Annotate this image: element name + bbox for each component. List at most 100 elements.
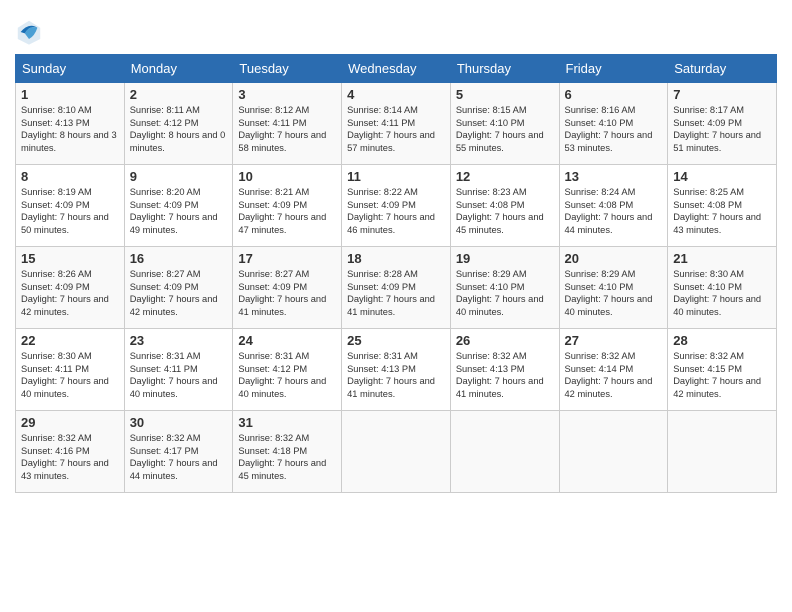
cell-info: Sunrise: 8:17 AMSunset: 4:09 PMDaylight:… bbox=[673, 104, 771, 154]
day-number: 13 bbox=[565, 169, 663, 184]
calendar-cell: 11 Sunrise: 8:22 AMSunset: 4:09 PMDayligh… bbox=[342, 165, 451, 247]
calendar-cell: 18 Sunrise: 8:28 AMSunset: 4:09 PMDayligh… bbox=[342, 247, 451, 329]
day-number: 22 bbox=[21, 333, 119, 348]
cell-info: Sunrise: 8:31 AMSunset: 4:13 PMDaylight:… bbox=[347, 350, 445, 400]
day-number: 20 bbox=[565, 251, 663, 266]
cell-info: Sunrise: 8:32 AMSunset: 4:18 PMDaylight:… bbox=[238, 432, 336, 482]
calendar-cell: 23 Sunrise: 8:31 AMSunset: 4:11 PMDayligh… bbox=[124, 329, 233, 411]
calendar-cell: 3 Sunrise: 8:12 AMSunset: 4:11 PMDaylight… bbox=[233, 83, 342, 165]
calendar-cell: 5 Sunrise: 8:15 AMSunset: 4:10 PMDaylight… bbox=[450, 83, 559, 165]
cell-info: Sunrise: 8:29 AMSunset: 4:10 PMDaylight:… bbox=[565, 268, 663, 318]
cell-info: Sunrise: 8:31 AMSunset: 4:12 PMDaylight:… bbox=[238, 350, 336, 400]
day-number: 6 bbox=[565, 87, 663, 102]
day-number: 11 bbox=[347, 169, 445, 184]
col-header-saturday: Saturday bbox=[668, 55, 777, 83]
col-header-monday: Monday bbox=[124, 55, 233, 83]
calendar-table: SundayMondayTuesdayWednesdayThursdayFrid… bbox=[15, 54, 777, 493]
calendar-cell: 19Sunrise: 8:29 AMSunset: 4:10 PMDayligh… bbox=[450, 247, 559, 329]
day-number: 15 bbox=[21, 251, 119, 266]
cell-info: Sunrise: 8:24 AMSunset: 4:08 PMDaylight:… bbox=[565, 186, 663, 236]
day-number: 9 bbox=[130, 169, 228, 184]
day-number: 3 bbox=[238, 87, 336, 102]
day-number: 23 bbox=[130, 333, 228, 348]
calendar-cell: 4Sunrise: 8:14 AMSunset: 4:11 PMDaylight… bbox=[342, 83, 451, 165]
day-number: 30 bbox=[130, 415, 228, 430]
day-number: 1 bbox=[21, 87, 119, 102]
day-number: 12 bbox=[456, 169, 554, 184]
day-number: 7 bbox=[673, 87, 771, 102]
cell-info: Sunrise: 8:32 AMSunset: 4:15 PMDaylight:… bbox=[673, 350, 771, 400]
day-number: 8 bbox=[21, 169, 119, 184]
day-number: 17 bbox=[238, 251, 336, 266]
calendar-cell: 15 Sunrise: 8:26 AMSunset: 4:09 PMDayligh… bbox=[16, 247, 125, 329]
calendar-cell bbox=[668, 411, 777, 493]
page-header bbox=[15, 10, 777, 46]
calendar-cell: 20 Sunrise: 8:29 AMSunset: 4:10 PMDayligh… bbox=[559, 247, 668, 329]
calendar-cell: 28 Sunrise: 8:32 AMSunset: 4:15 PMDayligh… bbox=[668, 329, 777, 411]
calendar-cell: 7 Sunrise: 8:17 AMSunset: 4:09 PMDaylight… bbox=[668, 83, 777, 165]
calendar-cell: 22Sunrise: 8:30 AMSunset: 4:11 PMDayligh… bbox=[16, 329, 125, 411]
cell-info: Sunrise: 8:15 AMSunset: 4:10 PMDaylight:… bbox=[456, 104, 554, 154]
cell-info: Sunrise: 8:28 AMSunset: 4:09 PMDaylight:… bbox=[347, 268, 445, 318]
col-header-sunday: Sunday bbox=[16, 55, 125, 83]
col-header-thursday: Thursday bbox=[450, 55, 559, 83]
calendar-cell: 21Sunrise: 8:30 AMSunset: 4:10 PMDayligh… bbox=[668, 247, 777, 329]
cell-info: Sunrise: 8:29 AMSunset: 4:10 PMDaylight:… bbox=[456, 268, 554, 318]
calendar-cell: 8 Sunrise: 8:19 AMSunset: 4:09 PMDaylight… bbox=[16, 165, 125, 247]
week-row: 15 Sunrise: 8:26 AMSunset: 4:09 PMDayligh… bbox=[16, 247, 777, 329]
calendar-cell: 26Sunrise: 8:32 AMSunset: 4:13 PMDayligh… bbox=[450, 329, 559, 411]
calendar-cell: 12 Sunrise: 8:23 AMSunset: 4:08 PMDayligh… bbox=[450, 165, 559, 247]
day-number: 26 bbox=[456, 333, 554, 348]
day-number: 24 bbox=[238, 333, 336, 348]
calendar-cell: 9 Sunrise: 8:20 AMSunset: 4:09 PMDaylight… bbox=[124, 165, 233, 247]
calendar-cell bbox=[342, 411, 451, 493]
cell-info: Sunrise: 8:11 AMSunset: 4:12 PMDaylight:… bbox=[130, 104, 228, 154]
week-row: 22Sunrise: 8:30 AMSunset: 4:11 PMDayligh… bbox=[16, 329, 777, 411]
cell-info: Sunrise: 8:23 AMSunset: 4:08 PMDaylight:… bbox=[456, 186, 554, 236]
logo-icon bbox=[15, 18, 43, 46]
calendar-cell: 6 Sunrise: 8:16 AMSunset: 4:10 PMDaylight… bbox=[559, 83, 668, 165]
day-number: 5 bbox=[456, 87, 554, 102]
logo bbox=[15, 18, 47, 46]
day-number: 28 bbox=[673, 333, 771, 348]
cell-info: Sunrise: 8:21 AMSunset: 4:09 PMDaylight:… bbox=[238, 186, 336, 236]
calendar-cell: 31 Sunrise: 8:32 AMSunset: 4:18 PMDayligh… bbox=[233, 411, 342, 493]
col-header-friday: Friday bbox=[559, 55, 668, 83]
calendar-cell: 10 Sunrise: 8:21 AMSunset: 4:09 PMDayligh… bbox=[233, 165, 342, 247]
calendar-cell: 27Sunrise: 8:32 AMSunset: 4:14 PMDayligh… bbox=[559, 329, 668, 411]
cell-info: Sunrise: 8:10 AMSunset: 4:13 PMDaylight:… bbox=[21, 104, 119, 154]
day-number: 2 bbox=[130, 87, 228, 102]
cell-info: Sunrise: 8:26 AMSunset: 4:09 PMDaylight:… bbox=[21, 268, 119, 318]
day-number: 18 bbox=[347, 251, 445, 266]
cell-info: Sunrise: 8:32 AMSunset: 4:14 PMDaylight:… bbox=[565, 350, 663, 400]
calendar-cell: 25Sunrise: 8:31 AMSunset: 4:13 PMDayligh… bbox=[342, 329, 451, 411]
calendar-cell: 24 Sunrise: 8:31 AMSunset: 4:12 PMDayligh… bbox=[233, 329, 342, 411]
week-row: 8 Sunrise: 8:19 AMSunset: 4:09 PMDaylight… bbox=[16, 165, 777, 247]
calendar-cell bbox=[450, 411, 559, 493]
calendar-cell: 1 Sunrise: 8:10 AMSunset: 4:13 PMDaylight… bbox=[16, 83, 125, 165]
cell-info: Sunrise: 8:19 AMSunset: 4:09 PMDaylight:… bbox=[21, 186, 119, 236]
col-header-tuesday: Tuesday bbox=[233, 55, 342, 83]
cell-info: Sunrise: 8:20 AMSunset: 4:09 PMDaylight:… bbox=[130, 186, 228, 236]
cell-info: Sunrise: 8:16 AMSunset: 4:10 PMDaylight:… bbox=[565, 104, 663, 154]
week-row: 1 Sunrise: 8:10 AMSunset: 4:13 PMDaylight… bbox=[16, 83, 777, 165]
calendar-cell: 29 Sunrise: 8:32 AMSunset: 4:16 PMDayligh… bbox=[16, 411, 125, 493]
calendar-cell: 17Sunrise: 8:27 AMSunset: 4:09 PMDayligh… bbox=[233, 247, 342, 329]
cell-info: Sunrise: 8:12 AMSunset: 4:11 PMDaylight:… bbox=[238, 104, 336, 154]
calendar-cell: 13 Sunrise: 8:24 AMSunset: 4:08 PMDayligh… bbox=[559, 165, 668, 247]
cell-info: Sunrise: 8:31 AMSunset: 4:11 PMDaylight:… bbox=[130, 350, 228, 400]
day-number: 21 bbox=[673, 251, 771, 266]
calendar-cell: 14Sunrise: 8:25 AMSunset: 4:08 PMDayligh… bbox=[668, 165, 777, 247]
cell-info: Sunrise: 8:27 AMSunset: 4:09 PMDaylight:… bbox=[130, 268, 228, 318]
cell-info: Sunrise: 8:14 AMSunset: 4:11 PMDaylight:… bbox=[347, 104, 445, 154]
cell-info: Sunrise: 8:32 AMSunset: 4:17 PMDaylight:… bbox=[130, 432, 228, 482]
calendar-cell bbox=[559, 411, 668, 493]
calendar-cell: 16 Sunrise: 8:27 AMSunset: 4:09 PMDayligh… bbox=[124, 247, 233, 329]
day-number: 10 bbox=[238, 169, 336, 184]
cell-info: Sunrise: 8:22 AMSunset: 4:09 PMDaylight:… bbox=[347, 186, 445, 236]
day-number: 31 bbox=[238, 415, 336, 430]
cell-info: Sunrise: 8:32 AMSunset: 4:16 PMDaylight:… bbox=[21, 432, 119, 482]
week-row: 29 Sunrise: 8:32 AMSunset: 4:16 PMDayligh… bbox=[16, 411, 777, 493]
day-number: 29 bbox=[21, 415, 119, 430]
day-number: 16 bbox=[130, 251, 228, 266]
